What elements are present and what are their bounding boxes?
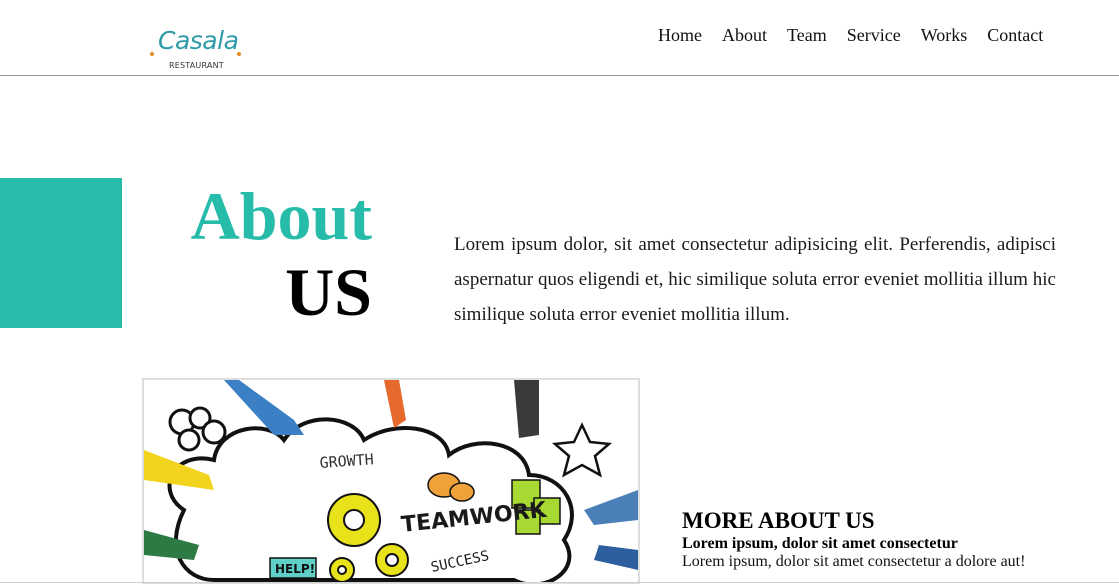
nav-contact[interactable]: Contact xyxy=(977,23,1053,47)
nav-team[interactable]: Team xyxy=(777,23,837,47)
help-label: HELP! xyxy=(275,562,315,576)
gear-icon-large xyxy=(327,493,381,547)
more-about-title: MORE ABOUT US xyxy=(682,508,875,533)
site-header: Casala RESTAURANT Home About Team Servic… xyxy=(0,0,1119,76)
logo-dot-right xyxy=(237,52,241,56)
nav-service[interactable]: Service xyxy=(837,23,911,47)
growth-label: GROWTH xyxy=(319,450,374,472)
page-divider xyxy=(0,582,1119,583)
accent-block xyxy=(0,178,122,328)
more-about-subtitle: Lorem ipsum, dolor sit amet consectetur xyxy=(682,535,958,552)
nav-works[interactable]: Works xyxy=(911,23,978,47)
nav-home[interactable]: Home xyxy=(648,23,712,47)
about-intro-text: Lorem ipsum dolor, sit amet consectetur … xyxy=(454,234,1056,325)
main-nav: Home About Team Service Works Contact xyxy=(648,23,1053,47)
logo-tagline: RESTAURANT xyxy=(169,61,224,70)
about-heading: About xyxy=(190,178,372,254)
nav-about[interactable]: About xyxy=(712,23,777,47)
casala-logo[interactable]: Casala RESTAURANT xyxy=(148,26,244,72)
more-about-body: Lorem ipsum, dolor sit amet consectetur … xyxy=(682,553,1026,570)
logo-wordmark: Casala xyxy=(158,26,239,55)
logo-dot-left xyxy=(150,52,154,56)
teamwork-image: HELP! GROWTH TEAMWORK SUCCESS xyxy=(142,378,640,584)
us-heading: US xyxy=(285,254,372,330)
